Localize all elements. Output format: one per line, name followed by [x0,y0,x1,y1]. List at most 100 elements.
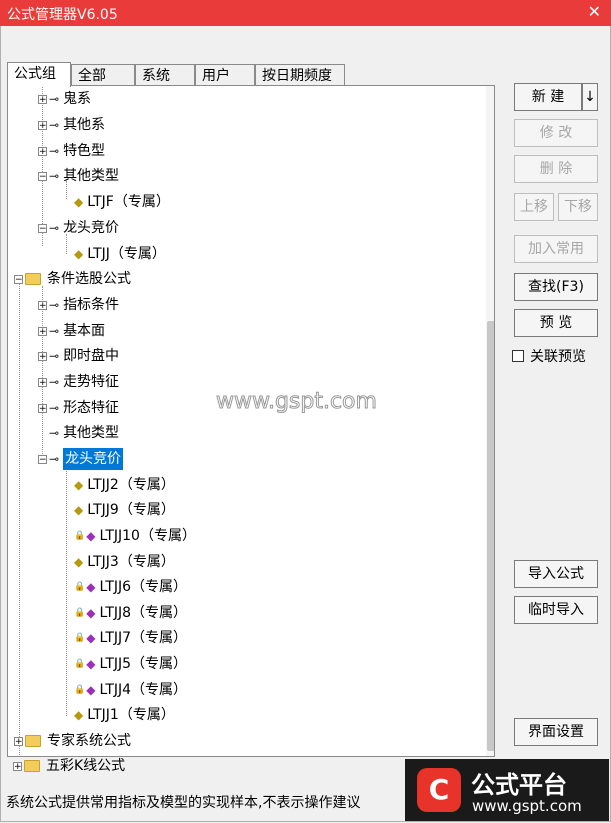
expand-icon[interactable]: + [38,403,47,413]
scrollbar-thumb[interactable] [487,321,494,751]
node-label: 指标条件 [63,297,120,313]
expand-icon[interactable]: + [38,351,47,361]
lock-icon: 🔒 [74,608,86,618]
new-button[interactable]: 新 建 [514,83,582,111]
checkbox-box[interactable] [512,350,524,362]
collapse-icon[interactable]: − [14,274,23,284]
tab-by-date[interactable]: 按日期频度 [255,64,345,86]
tree-node[interactable]: + ⊸ 指标条件 [38,294,119,316]
node-label: 龙头竞价 [63,220,120,236]
tree-leaf[interactable]: ◆ LTJJ1（专属） [74,704,175,726]
node-label: 形态特征 [63,400,120,416]
formula-icon: ◆ [86,529,96,543]
key-icon: ⊸ [49,375,60,389]
node-label-selected: 龙头竞价 [63,448,124,470]
tree-node[interactable]: − 条件选股公式 [14,268,131,290]
delete-button[interactable]: 删 除 [514,155,598,183]
expand-icon[interactable]: + [14,736,23,746]
edit-button[interactable]: 修 改 [514,119,598,147]
key-icon: ⊸ [49,401,60,415]
tree-leaf[interactable]: 🔒 ◆ LTJJ6（专属） [74,576,187,598]
title-bar: 公式管理器V6.05 ✕ [0,0,611,26]
preview-button[interactable]: 预 览 [514,309,598,337]
expand-icon[interactable]: + [38,120,47,130]
node-label: LTJJ5（专属） [99,656,188,672]
expand-icon[interactable]: + [38,377,47,387]
tree-node[interactable]: + ⊸ 特色型 [38,140,105,162]
move-down-button[interactable]: 下移 [558,193,598,221]
formula-tree[interactable]: + ⊸ 鬼系 + ⊸ 其他系 + ⊸ 特色型 − ⊸ 其他类型 ◆ LTJF（专属） − ⊸ 龙头竞价… [7,85,495,757]
tree-node[interactable]: + 五彩K线公式 [13,755,125,777]
key-icon: ⊸ [49,426,60,440]
tree-leaf[interactable]: 🔒 ◆ LTJJ4（专属） [74,679,187,701]
node-label: LTJJ7（专属） [99,630,188,646]
expand-icon[interactable]: + [38,94,47,104]
expand-icon[interactable]: + [38,146,47,156]
find-button[interactable]: 查找(F3) [514,273,598,301]
tree-node[interactable]: − ⊸ 其他类型 [38,165,119,187]
key-icon: ⊸ [49,92,60,106]
node-label: LTJJ2（专属） [87,477,175,493]
node-label: LTJJ9（专属） [87,502,175,518]
formula-icon: ◆ [74,503,84,517]
tab-user[interactable]: 用户 [195,64,255,86]
key-icon: ⊸ [49,118,60,132]
tree-node[interactable]: + ⊸ 其他系 [38,114,105,136]
import-formula-button[interactable]: 导入公式 [514,560,598,588]
tree-leaf[interactable]: ◆ LTJF（专属） [74,191,170,213]
node-label: 走势特征 [63,374,120,390]
key-icon: ⊸ [49,221,60,235]
ui-settings-button[interactable]: 界面设置 [514,718,598,746]
formula-icon: ◆ [86,606,96,620]
close-icon[interactable]: ✕ [588,2,601,21]
expand-icon[interactable]: + [13,761,22,771]
move-up-button[interactable]: 上移 [514,193,554,221]
key-icon: ⊸ [49,298,60,312]
formula-icon: ◆ [86,657,96,671]
tree-node[interactable]: + 专家系统公式 [14,730,131,752]
tree-leaf[interactable]: ◆ LTJJ9（专属） [74,499,175,521]
tree-leaf[interactable]: ◆ LTJJ3（专属） [74,551,175,573]
tree-node[interactable]: + ⊸ 走势特征 [38,371,119,393]
expand-icon[interactable]: + [38,326,47,336]
tree-node[interactable]: + ⊸ 形态特征 [38,397,119,419]
linked-preview-checkbox[interactable]: 关联预览 [512,346,586,366]
tab-all[interactable]: 全部 [71,64,135,86]
tree-node[interactable]: ⊸ 其他类型 [49,422,119,444]
collapse-icon[interactable]: − [38,454,47,464]
tree-node[interactable]: + ⊸ 即时盘中 [38,345,119,367]
tree-leaf[interactable]: 🔒 ◆ LTJJ7（专属） [74,627,187,649]
tab-formula-group[interactable]: 公式组 [7,62,71,87]
formula-icon: ◆ [74,708,84,722]
tree-leaf[interactable]: 🔒 ◆ LTJJ10（专属） [74,525,196,547]
node-label: LTJJ3（专属） [87,554,175,570]
node-label: 其他类型 [63,168,120,184]
new-dropdown-button[interactable]: ↓ [582,83,598,111]
add-common-button[interactable]: 加入常用 [514,235,598,263]
tab-system[interactable]: 系统 [135,64,195,86]
tree-node[interactable]: − ⊸ 龙头竞价 [38,448,124,470]
tree-node[interactable]: − ⊸ 龙头竞价 [38,217,119,239]
key-icon: ⊸ [49,349,60,363]
folder-icon [25,273,41,285]
tree-node[interactable]: + ⊸ 基本面 [38,320,105,342]
node-label: LTJJ8（专属） [99,605,188,621]
key-icon: ⊸ [49,144,60,158]
expand-icon[interactable]: + [38,300,47,310]
node-label: 特色型 [63,143,106,159]
temp-import-button[interactable]: 临时导入 [514,596,598,624]
node-label: 基本面 [63,323,106,339]
collapse-icon[interactable]: − [38,223,47,233]
lock-icon: 🔒 [74,685,86,695]
collapse-icon[interactable]: − [38,171,47,181]
formula-icon: ◆ [74,478,84,492]
tree-scrollbar[interactable] [486,86,494,756]
tree-leaf[interactable]: ◆ LTJJ2（专属） [74,474,175,496]
tree-leaf[interactable]: 🔒 ◆ LTJJ5（专属） [74,653,187,675]
tree-node[interactable]: + ⊸ 鬼系 [38,88,91,110]
tree-leaf[interactable]: ◆ LTJJ（专属） [74,243,166,265]
watermark-text: www.gspt.com [216,389,378,415]
tree-leaf[interactable]: 🔒 ◆ LTJJ8（专属） [74,602,187,624]
key-icon: ⊸ [49,169,60,183]
checkbox-label: 关联预览 [530,349,586,365]
